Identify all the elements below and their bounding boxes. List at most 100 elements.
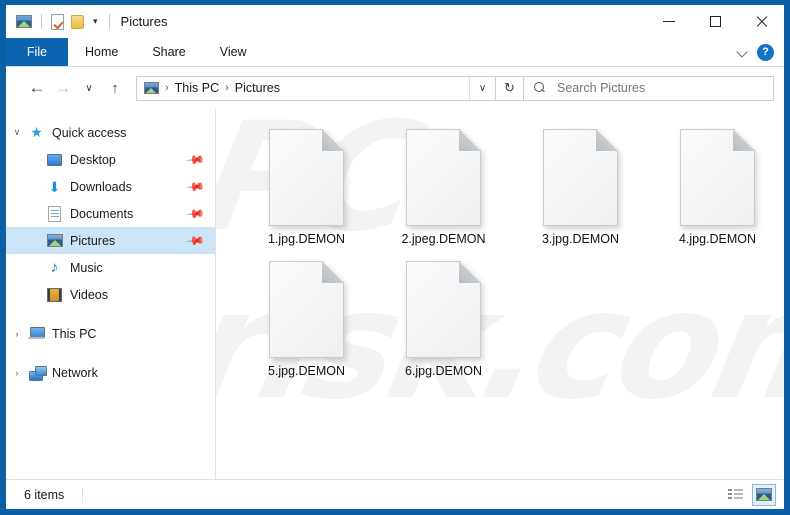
window-body: ∨ ★ Quick access Desktop 📌 ⬇ Downloads 📌	[6, 109, 784, 479]
file-item[interactable]: 3.jpg.DEMON	[512, 123, 649, 246]
window-title: Pictures	[120, 14, 168, 29]
window-inner: ▾ Pictures File Home Share View ? ← → ∨ …	[6, 5, 784, 509]
pin-icon[interactable]: 📌	[185, 203, 205, 223]
file-name: 3.jpg.DEMON	[541, 232, 620, 246]
sidebar-item-this-pc[interactable]: › This PC	[6, 320, 215, 347]
breadcrumb-separator-2: ›	[225, 82, 229, 94]
sidebar-item-label: This PC	[52, 326, 97, 341]
tab-file[interactable]: File	[6, 38, 68, 66]
blank-file-icon	[269, 129, 344, 226]
close-icon	[755, 15, 768, 28]
sidebar-item-label: Network	[52, 365, 98, 380]
recent-locations-button[interactable]: ∨	[76, 75, 102, 101]
file-name: 4.jpg.DEMON	[678, 232, 757, 246]
file-item[interactable]: 6.jpg.DEMON	[375, 255, 512, 378]
close-button[interactable]	[738, 5, 784, 38]
sidebar-item-quick-access[interactable]: ∨ ★ Quick access	[6, 119, 215, 146]
breadcrumb-pictures-icon	[144, 82, 159, 94]
file-list-pane[interactable]: PC risk.com 1.jpg.DEMON 2.jpeg	[216, 109, 784, 479]
sidebar-item-label: Documents	[70, 206, 134, 221]
breadcrumb-separator-1: ›	[165, 82, 169, 94]
sidebar-item-network[interactable]: › Network	[6, 359, 215, 386]
sidebar-item-pictures[interactable]: Pictures 📌	[6, 227, 215, 254]
breadcrumb-this-pc[interactable]: This PC	[175, 81, 219, 95]
sidebar-item-videos[interactable]: Videos	[6, 281, 215, 308]
status-bar: 6 items	[6, 479, 784, 509]
up-button[interactable]: ↑	[102, 75, 128, 101]
sidebar-item-documents[interactable]: Documents 📌	[6, 200, 215, 227]
address-dropdown-icon[interactable]: ∨	[469, 76, 495, 100]
sidebar-item-desktop[interactable]: Desktop 📌	[6, 146, 215, 173]
ribbon-right-controls: ?	[737, 38, 784, 66]
caption-buttons	[646, 5, 784, 38]
pictures-icon	[46, 232, 63, 249]
documents-icon	[46, 205, 63, 222]
pin-icon[interactable]: 📌	[185, 149, 205, 169]
music-icon: ♪	[50, 259, 59, 276]
sidebar-item-label: Quick access	[52, 125, 127, 140]
back-button[interactable]: ←	[24, 75, 50, 101]
file-name: 2.jpeg.DEMON	[401, 232, 486, 246]
file-item[interactable]: 1.jpg.DEMON	[238, 123, 375, 246]
toolbar-divider-2	[108, 14, 110, 29]
refresh-button[interactable]: ↻	[496, 75, 524, 101]
download-icon: ⬇	[48, 178, 61, 195]
file-item[interactable]: 4.jpg.DEMON	[649, 123, 784, 246]
properties-icon[interactable]	[51, 13, 64, 30]
details-view-button[interactable]	[723, 484, 747, 506]
tab-view[interactable]: View	[203, 38, 264, 66]
files-grid: 1.jpg.DEMON 2.jpeg.DEMON 3.jpg.DEMON 4.j…	[216, 109, 784, 378]
network-icon	[28, 364, 47, 381]
details-view-icon	[727, 488, 743, 501]
navigation-bar: ← → ∨ ↑ › This PC › Pictures ∨ ↻ Search …	[6, 67, 784, 109]
this-pc-icon	[28, 325, 45, 342]
forward-button[interactable]: →	[50, 75, 76, 101]
desktop-icon	[46, 151, 63, 168]
sidebar-item-label: Downloads	[70, 179, 132, 194]
view-buttons	[723, 483, 776, 506]
large-icons-view-button[interactable]	[752, 483, 776, 506]
file-name: 6.jpg.DEMON	[404, 364, 483, 378]
customize-caret-icon[interactable]: ▾	[91, 17, 100, 26]
blank-file-icon	[269, 261, 344, 358]
sidebar-item-label: Desktop	[70, 152, 116, 167]
chevron-down-icon[interactable]	[737, 47, 748, 58]
minimize-button[interactable]	[646, 5, 692, 38]
star-icon: ★	[30, 124, 43, 140]
pin-icon[interactable]: 📌	[185, 230, 205, 250]
file-item[interactable]: 5.jpg.DEMON	[238, 255, 375, 378]
ribbon-tab-strip: File Home Share View ?	[6, 38, 784, 67]
pictures-folder-icon[interactable]	[16, 15, 32, 28]
file-item[interactable]: 2.jpeg.DEMON	[375, 123, 512, 246]
help-icon[interactable]: ?	[757, 43, 774, 61]
breadcrumb-pictures[interactable]: Pictures	[235, 81, 280, 95]
quick-access-toolbar: ▾	[6, 5, 112, 38]
tab-home[interactable]: Home	[68, 38, 135, 66]
blank-file-icon	[680, 129, 755, 226]
address-bar[interactable]: › This PC › Pictures ∨	[136, 75, 496, 101]
status-divider	[82, 486, 84, 503]
sidebar-item-label: Music	[70, 260, 103, 275]
search-input[interactable]: Search Pictures	[557, 81, 645, 95]
toolbar-divider	[41, 14, 42, 29]
navigation-pane: ∨ ★ Quick access Desktop 📌 ⬇ Downloads 📌	[6, 109, 216, 479]
search-icon	[534, 82, 546, 94]
sidebar-item-label: Videos	[70, 287, 108, 302]
item-count-label: 6 items	[24, 487, 65, 502]
minimize-icon	[663, 21, 675, 22]
large-icons-view-icon	[756, 488, 772, 501]
maximize-icon	[709, 16, 721, 27]
chevron-down-icon[interactable]: ∨	[6, 119, 28, 146]
search-box[interactable]: Search Pictures	[524, 75, 774, 101]
tab-share[interactable]: Share	[135, 38, 202, 66]
sidebar-item-downloads[interactable]: ⬇ Downloads 📌	[6, 173, 215, 200]
sidebar-item-music[interactable]: ♪ Music	[6, 254, 215, 281]
pin-icon[interactable]: 📌	[185, 176, 205, 196]
new-folder-icon[interactable]	[71, 14, 84, 29]
chevron-right-icon[interactable]: ›	[6, 359, 28, 386]
blank-file-icon	[406, 261, 481, 358]
maximize-button[interactable]	[692, 5, 738, 38]
chevron-right-icon[interactable]: ›	[6, 320, 28, 347]
title-bar: ▾ Pictures	[6, 5, 784, 38]
videos-icon	[46, 286, 63, 303]
